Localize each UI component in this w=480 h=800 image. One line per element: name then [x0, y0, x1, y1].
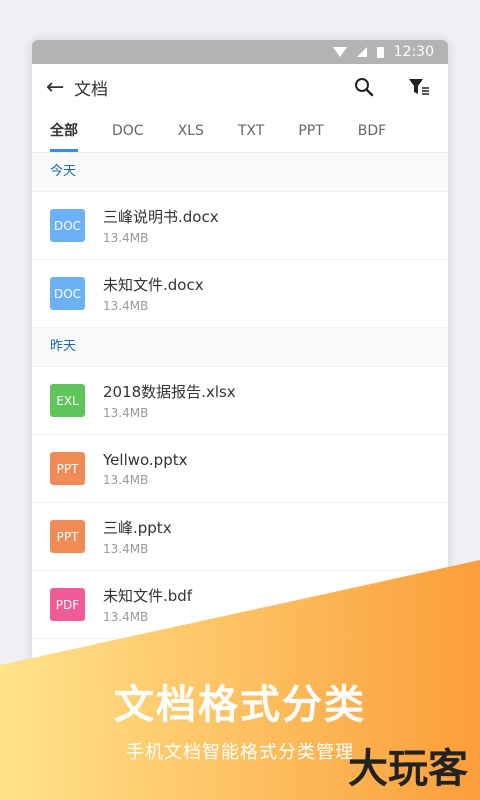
file-row[interactable]: DOC 未知文件.docx 13.4MB: [32, 260, 448, 328]
file-row[interactable]: PPT 三峰.pptx 13.4MB: [32, 503, 448, 571]
file-size: 13.4MB: [103, 542, 149, 556]
battery-icon: [376, 46, 384, 58]
file-list: 今天 DOC 三峰说明书.docx 13.4MB DOC 未知文件.docx 1…: [32, 153, 448, 639]
brand-watermark: 大玩客: [348, 745, 468, 792]
pdf-file-icon: PDF: [50, 588, 85, 621]
promo-headline: 文档格式分类: [114, 682, 366, 728]
tab-bdf[interactable]: BDF: [358, 110, 386, 152]
signal-icon: [356, 47, 367, 57]
file-size: 13.4MB: [103, 610, 149, 624]
file-row[interactable]: DOC 三峰说明书.docx 13.4MB: [32, 192, 448, 260]
tab-txt[interactable]: TXT: [238, 110, 264, 152]
excel-file-icon: EXL: [50, 384, 85, 417]
file-name: 未知文件.docx: [103, 276, 204, 294]
file-size: 13.4MB: [103, 406, 149, 420]
ppt-file-icon: PPT: [50, 520, 85, 553]
file-name: 2018数据报告.xlsx: [103, 383, 236, 401]
file-size: 13.4MB: [103, 472, 149, 487]
page-title: 文档: [74, 79, 108, 100]
tab-ppt[interactable]: PPT: [298, 110, 323, 152]
filter-icon[interactable]: [408, 77, 430, 97]
doc-file-icon: DOC: [50, 209, 85, 242]
filter-tabs: 全部 DOC XLS TXT PPT BDF: [32, 110, 448, 153]
file-size: 13.4MB: [103, 299, 149, 313]
section-header-yesterday: 昨天: [32, 328, 448, 367]
tab-doc[interactable]: DOC: [112, 110, 144, 152]
tab-all[interactable]: 全部: [50, 110, 78, 152]
file-name: Yellwo.pptx: [103, 450, 188, 469]
wifi-icon: [332, 47, 347, 57]
doc-file-icon: DOC: [50, 277, 85, 310]
ppt-file-icon: PPT: [50, 452, 85, 485]
file-size: 13.4MB: [103, 231, 149, 245]
search-icon[interactable]: [354, 77, 374, 97]
file-row[interactable]: PPT Yellwo.pptx 13.4MB: [32, 435, 448, 503]
status-time: 12:30: [393, 44, 434, 60]
file-name: 三峰说明书.docx: [103, 208, 219, 226]
status-bar: 12:30: [32, 40, 448, 64]
tab-xls[interactable]: XLS: [178, 110, 204, 152]
file-name: 三峰.pptx: [103, 519, 172, 537]
section-header-today: 今天: [32, 153, 448, 192]
app-bar: ← 文档: [32, 64, 448, 110]
arrow-left-icon[interactable]: ←: [46, 75, 70, 100]
file-row[interactable]: PDF 未知文件.bdf 13.4MB: [32, 571, 448, 639]
file-row[interactable]: EXL 2018数据报告.xlsx 13.4MB: [32, 367, 448, 435]
file-name: 未知文件.bdf: [103, 587, 193, 605]
